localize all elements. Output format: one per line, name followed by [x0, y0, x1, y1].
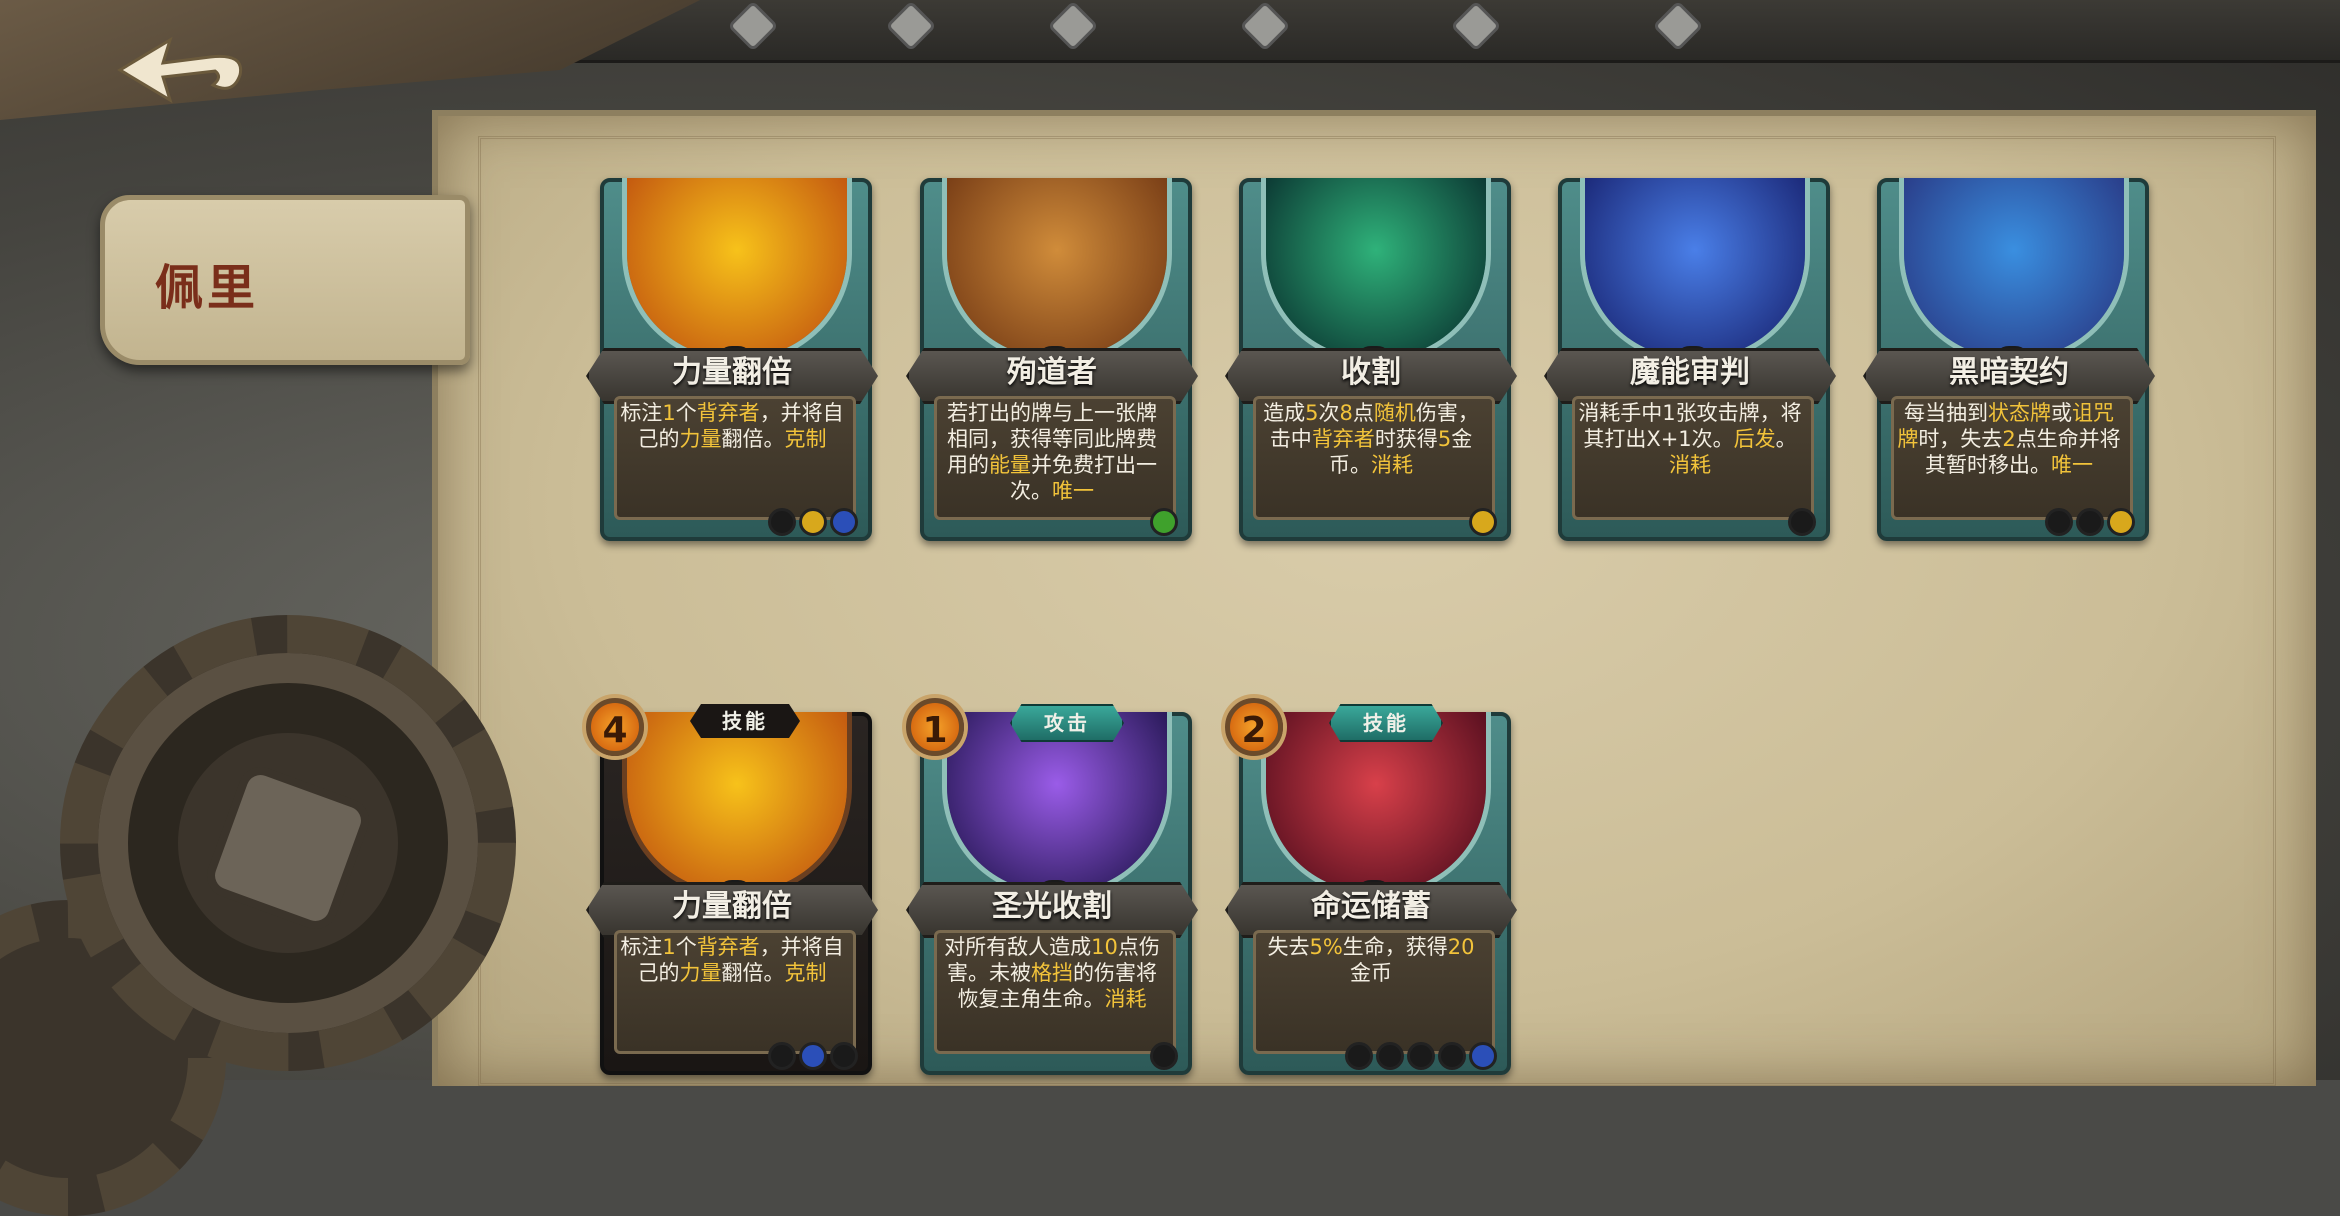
- keyword-highlight: 8: [1339, 401, 1353, 425]
- card-cost: 4: [586, 698, 644, 756]
- character-name: 佩里: [155, 260, 260, 316]
- keyword-highlight: 唯一: [1052, 479, 1094, 503]
- slot-gem-icon: [2076, 508, 2104, 536]
- slot-gem-icon: [1788, 508, 1816, 536]
- slot-gem-icon: [1407, 1042, 1435, 1070]
- slot-gem-icon: [1345, 1042, 1373, 1070]
- slot-gem-icon: [768, 1042, 796, 1070]
- rivet-icon: [1239, 0, 1291, 52]
- slot-gem-icon: [768, 508, 796, 536]
- keyword-highlight: 力量: [679, 427, 722, 451]
- card-description: 若打出的牌与上一张牌相同，获得等同此牌费用的能量并免费打出一次。唯一: [947, 401, 1157, 503]
- card-name: 圣光收割: [992, 889, 1112, 924]
- slot-gem-icon: [1150, 1042, 1178, 1070]
- card-type-tag: 攻击: [1010, 704, 1124, 742]
- keyword-highlight: 2: [2002, 427, 2016, 451]
- slot-gem-icon: [830, 1042, 858, 1070]
- upgrade-slots: [2045, 508, 2135, 536]
- card-description: 对所有敌人造成10点伤害。未被格挡的伤害将恢复主角生命。消耗: [944, 935, 1160, 1011]
- card-description: 消耗手中1张攻击牌，将其打出X+1次。后发。消耗: [1578, 401, 1802, 477]
- card-name: 殉道者: [1007, 355, 1097, 390]
- keyword-highlight: 随机: [1373, 401, 1416, 425]
- keyword-highlight: 克制: [784, 961, 827, 985]
- back-button[interactable]: [115, 35, 255, 105]
- slot-gem-icon: [2107, 508, 2135, 536]
- card-name: 收割: [1341, 355, 1401, 390]
- keyword-highlight: 消耗: [1669, 453, 1711, 477]
- card-art-image: [1585, 178, 1805, 358]
- card-description: 每当抽到状态牌或诅咒牌时，失去2点生命并将其暂时移出。唯一: [1897, 401, 2121, 477]
- keyword-highlight: 力量: [679, 961, 722, 985]
- card-art-image: [627, 178, 847, 358]
- card-name: 力量翻倍: [672, 355, 792, 390]
- rivet-icon: [1047, 0, 1099, 52]
- upgrade-slots: [1788, 508, 1816, 536]
- upgrade-slots: [1345, 1042, 1497, 1070]
- upgrade-slots: [768, 1042, 858, 1070]
- card-cost: 2: [1225, 698, 1283, 756]
- keyword-highlight: 20: [1447, 935, 1475, 959]
- slot-gem-icon: [1438, 1042, 1466, 1070]
- card-description: 造成5次8点随机伤害，击中背弃者时获得5金币。消耗: [1263, 401, 1479, 477]
- slot-gem-icon: [1376, 1042, 1404, 1070]
- card-cost: 1: [906, 698, 964, 756]
- keyword-highlight: 能量: [989, 453, 1031, 477]
- keyword-highlight: 背弃者: [696, 935, 760, 959]
- card-art-image: [1904, 178, 2124, 358]
- rivet-icon: [1450, 0, 1502, 52]
- keyword-highlight: 1: [662, 935, 676, 959]
- card-type-tag: 技能: [690, 704, 800, 738]
- card-name: 命运储蓄: [1311, 889, 1431, 924]
- card-art-image: [1266, 178, 1486, 358]
- keyword-highlight: 10: [1091, 935, 1118, 959]
- keyword-highlight: 5: [1305, 401, 1319, 425]
- keyword-highlight: 后发: [1733, 427, 1776, 451]
- keyword-highlight: 唯一: [2051, 453, 2093, 477]
- slot-gem-icon: [1150, 508, 1178, 536]
- slot-gem-icon: [830, 508, 858, 536]
- keyword-highlight: 消耗: [1104, 987, 1147, 1011]
- keyword-highlight: 5%: [1309, 935, 1343, 959]
- keyword-highlight: 消耗: [1371, 453, 1413, 477]
- back-arrow-icon: [117, 36, 243, 104]
- rivet-icon: [885, 0, 937, 52]
- slot-gem-icon: [1469, 1042, 1497, 1070]
- card-name: 魔能审判: [1630, 355, 1750, 390]
- keyword-highlight: 背弃者: [696, 401, 760, 425]
- slot-gem-icon: [799, 508, 827, 536]
- card-description: 失去5%生命，获得20金币: [1267, 935, 1475, 985]
- card-name: 力量翻倍: [672, 889, 792, 924]
- card-art-image: [947, 178, 1167, 358]
- keyword-highlight: 格挡: [1031, 961, 1073, 985]
- card-name: 黑暗契约: [1949, 355, 2069, 390]
- card-type-tag: 技能: [1329, 704, 1443, 742]
- card-art-image: [627, 712, 847, 892]
- slot-gem-icon: [799, 1042, 827, 1070]
- keyword-highlight: 1: [662, 401, 676, 425]
- keyword-highlight: 5: [1437, 427, 1452, 451]
- upgrade-slots: [768, 508, 858, 536]
- keyword-highlight: 克制: [784, 427, 827, 451]
- rivet-icon: [1652, 0, 1704, 52]
- card-description: 标注1个背弃者，并将自己的力量翻倍。克制: [620, 935, 844, 985]
- keyword-highlight: 背弃者: [1311, 427, 1375, 451]
- card-description: 标注1个背弃者，并将自己的力量翻倍。克制: [620, 401, 844, 451]
- slot-gem-icon: [1469, 508, 1497, 536]
- upgrade-slots: [1469, 508, 1497, 536]
- character-tab[interactable]: 佩里: [100, 195, 470, 365]
- keyword-highlight: 状态牌: [1988, 401, 2051, 425]
- slot-gem-icon: [2045, 508, 2073, 536]
- upgrade-slots: [1150, 1042, 1178, 1070]
- upgrade-slots: [1150, 508, 1178, 536]
- rivet-icon: [727, 0, 779, 52]
